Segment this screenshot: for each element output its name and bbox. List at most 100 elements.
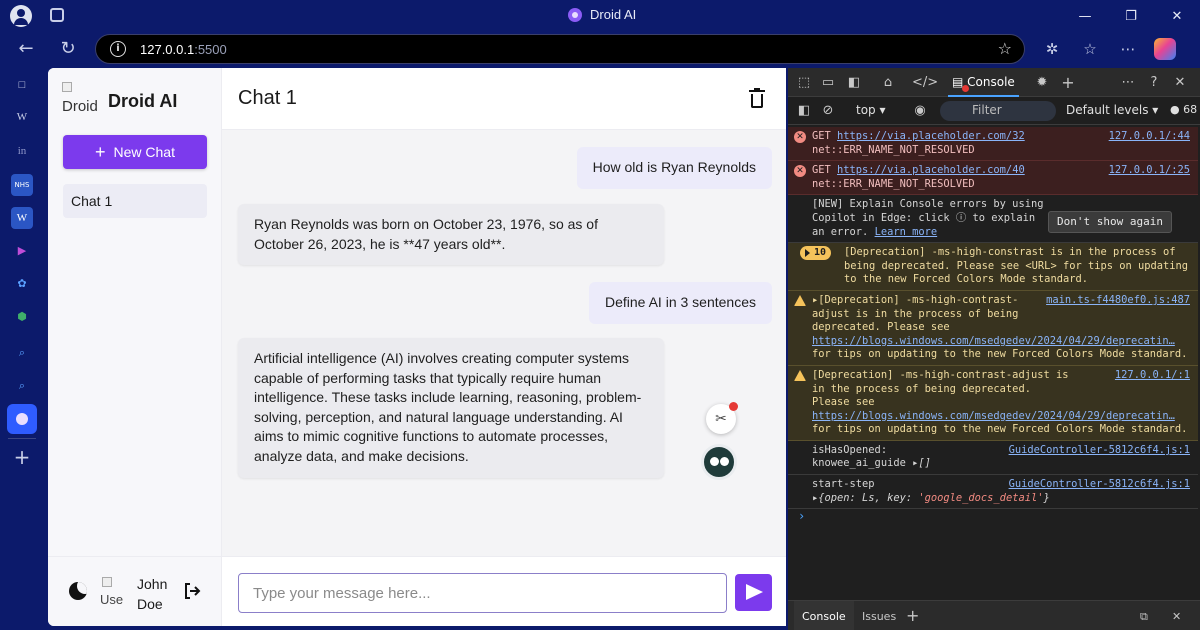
- source-link[interactable]: GuideController-5812c6f4.js:1: [1009, 478, 1190, 492]
- new-chat-label: New Chat: [113, 144, 175, 160]
- sidebar-toggle-icon[interactable]: ◧: [794, 101, 814, 121]
- refresh-icon[interactable]: ↻: [56, 37, 80, 61]
- send-button[interactable]: [735, 574, 772, 611]
- chat-list-item[interactable]: Chat 1: [63, 184, 207, 218]
- warning-icon: [794, 294, 806, 306]
- message-input[interactable]: [238, 573, 727, 613]
- droid-app-icon[interactable]: [7, 404, 37, 434]
- flower-icon[interactable]: ✿: [11, 273, 33, 295]
- blog-link[interactable]: https://blogs.windows.com/msedgedev/2024…: [812, 410, 1175, 422]
- close-button[interactable]: ✕: [1154, 0, 1200, 32]
- site-info-icon[interactable]: i: [110, 41, 126, 57]
- message-list: How old is Ryan Reynolds Ryan Reynolds w…: [222, 130, 786, 554]
- user-message: How old is Ryan Reynolds: [576, 147, 772, 189]
- more-tools-icon[interactable]: ⋯: [1118, 73, 1138, 93]
- active-tab[interactable]: Droid AI: [568, 7, 636, 22]
- source-link[interactable]: 127.0.0.1/:25: [1109, 164, 1190, 178]
- source-link[interactable]: GuideController-5812c6f4.js:1: [1009, 444, 1190, 458]
- browser-toolbar: ✲ ☆ ⋯: [1040, 37, 1176, 61]
- issues-count-badge[interactable]: ● 68: [1170, 103, 1197, 116]
- address-bar[interactable]: i 127.0.0.1:5500 ☆: [95, 34, 1025, 64]
- console-log-entry[interactable]: start-step ▸{open: Ls, key: 'google_docs…: [788, 475, 1198, 510]
- broken-image-icon: [62, 82, 72, 92]
- tab-title: Droid AI: [590, 7, 637, 22]
- sidebar-footer: Use John Doe: [48, 556, 222, 626]
- profile-icon[interactable]: [10, 5, 32, 27]
- word-icon[interactable]: W: [11, 207, 33, 229]
- tab-actions-icon[interactable]: [50, 8, 64, 22]
- back-arrow-icon[interactable]: ←: [14, 37, 38, 61]
- devtools-toolbar: ⬚ ▭ ◧ ⌂ </> ▤ Console ✹ + ⋯ ? ✕: [788, 68, 1200, 97]
- search-icon[interactable]: ⌕: [11, 375, 33, 397]
- console-log-entry[interactable]: isHasOpened: knowee_ai_guide ▸[] GuideCo…: [788, 440, 1198, 476]
- composer: [222, 556, 786, 626]
- search-icon[interactable]: ⌕: [11, 342, 33, 364]
- dock-icon[interactable]: ◧: [844, 73, 864, 93]
- help-icon[interactable]: ?: [1144, 73, 1164, 93]
- dont-show-again-button[interactable]: Don't show again: [1048, 211, 1172, 233]
- inspect-icon[interactable]: ⬚: [794, 73, 814, 93]
- dark-mode-moon-icon[interactable]: [69, 582, 87, 600]
- error-icon: ✕: [794, 131, 806, 143]
- app-sidebar: Droid Droid AI + New Chat Chat 1 Use Joh…: [48, 68, 222, 626]
- delete-chat-trash-icon[interactable]: [749, 88, 765, 108]
- console-warning-group[interactable]: 10 [Deprecation] -ms-high-constrast is i…: [788, 243, 1198, 291]
- log-levels-select[interactable]: Default levels ▾: [1066, 103, 1158, 117]
- elements-code-icon[interactable]: </>: [912, 73, 938, 93]
- error-url-link[interactable]: https://via.placeholder.com/40: [837, 164, 1025, 176]
- url-text[interactable]: 127.0.0.1:5500: [140, 42, 227, 57]
- brand: Droid Droid AI: [62, 82, 177, 116]
- error-url-link[interactable]: https://via.placeholder.com/32: [837, 130, 1025, 142]
- close-devtools-icon[interactable]: ✕: [1170, 73, 1190, 93]
- blog-link[interactable]: https://blogs.windows.com/msedgedev/2024…: [812, 335, 1175, 347]
- add-tab-icon[interactable]: +: [1058, 73, 1078, 93]
- bug-icon[interactable]: ✹: [1032, 73, 1052, 93]
- wikipedia-icon[interactable]: W: [11, 106, 33, 128]
- favorite-star-icon[interactable]: ☆: [998, 39, 1012, 58]
- tab-console[interactable]: ▤ Console: [948, 68, 1019, 97]
- close-drawer-icon[interactable]: ✕: [1172, 601, 1181, 630]
- live-expression-eye-icon[interactable]: ◉: [910, 101, 930, 121]
- copilot-tip-entry: [NEW] Explain Console errors by using Co…: [788, 195, 1198, 244]
- hexagon-icon[interactable]: ⬢: [11, 306, 33, 328]
- drawer-tab-issues[interactable]: Issues: [862, 601, 896, 630]
- more-icon[interactable]: ⋯: [1116, 37, 1140, 61]
- logout-icon[interactable]: [182, 581, 202, 601]
- play-icon[interactable]: ▶: [11, 240, 33, 262]
- nhs-icon[interactable]: NHS: [11, 174, 33, 196]
- console-warning-entry[interactable]: [Deprecation] -ms-high-contrast-adjust i…: [788, 365, 1198, 441]
- scissors-icon: ✂: [715, 411, 727, 427]
- avatar-alt: Use: [100, 592, 124, 607]
- source-link[interactable]: 127.0.0.1/:44: [1109, 130, 1190, 144]
- drawer-add-icon[interactable]: +: [906, 601, 919, 630]
- page-viewport: Droid Droid AI + New Chat Chat 1 Use Joh…: [48, 68, 786, 626]
- maximize-button[interactable]: ❐: [1108, 0, 1154, 32]
- device-toggle-icon[interactable]: ▭: [818, 73, 838, 93]
- chat-main: Chat 1 How old is Ryan Reynolds Ryan Rey…: [222, 68, 786, 626]
- clear-console-icon[interactable]: ⊘: [818, 101, 838, 121]
- edge-sidebar: □ W in NHS W ▶ ✿ ⬢ ⌕ ⌕ +: [0, 66, 44, 630]
- console-error-entry[interactable]: ✕ GET https://via.placeholder.com/40 net…: [788, 161, 1198, 196]
- drawer-tab-console[interactable]: Console: [794, 601, 854, 630]
- favorites-icon[interactable]: ☆: [1078, 37, 1102, 61]
- console-warning-entry[interactable]: ▸[Deprecation] -ms-high-contrast-adjust …: [788, 290, 1198, 366]
- context-select[interactable]: top ▾: [856, 103, 886, 117]
- extension-float-button[interactable]: ✂: [706, 402, 738, 434]
- owl-assistant-icon[interactable]: [701, 444, 737, 480]
- copilot-icon[interactable]: [1154, 38, 1176, 60]
- minimize-button[interactable]: —: [1062, 0, 1108, 32]
- brand-name: Droid AI: [108, 90, 178, 111]
- linkedin-icon[interactable]: in: [11, 140, 33, 162]
- source-link[interactable]: main.ts-f4480ef0.js:487: [1046, 294, 1190, 308]
- console-error-entry[interactable]: ✕ GET https://via.placeholder.com/32 net…: [788, 127, 1198, 162]
- filter-input[interactable]: Filter: [940, 101, 1056, 121]
- welcome-home-icon[interactable]: ⌂: [878, 73, 898, 93]
- new-chat-button[interactable]: + New Chat: [63, 135, 207, 169]
- add-icon[interactable]: +: [11, 446, 33, 468]
- tabs-icon[interactable]: □: [11, 74, 33, 96]
- dock-drawer-icon[interactable]: ⧉: [1140, 601, 1148, 630]
- learn-more-link[interactable]: Learn more: [875, 226, 938, 238]
- source-link[interactable]: 127.0.0.1/:1: [1115, 369, 1190, 383]
- console-prompt[interactable]: ›: [788, 509, 1200, 527]
- extensions-icon[interactable]: ✲: [1040, 37, 1064, 61]
